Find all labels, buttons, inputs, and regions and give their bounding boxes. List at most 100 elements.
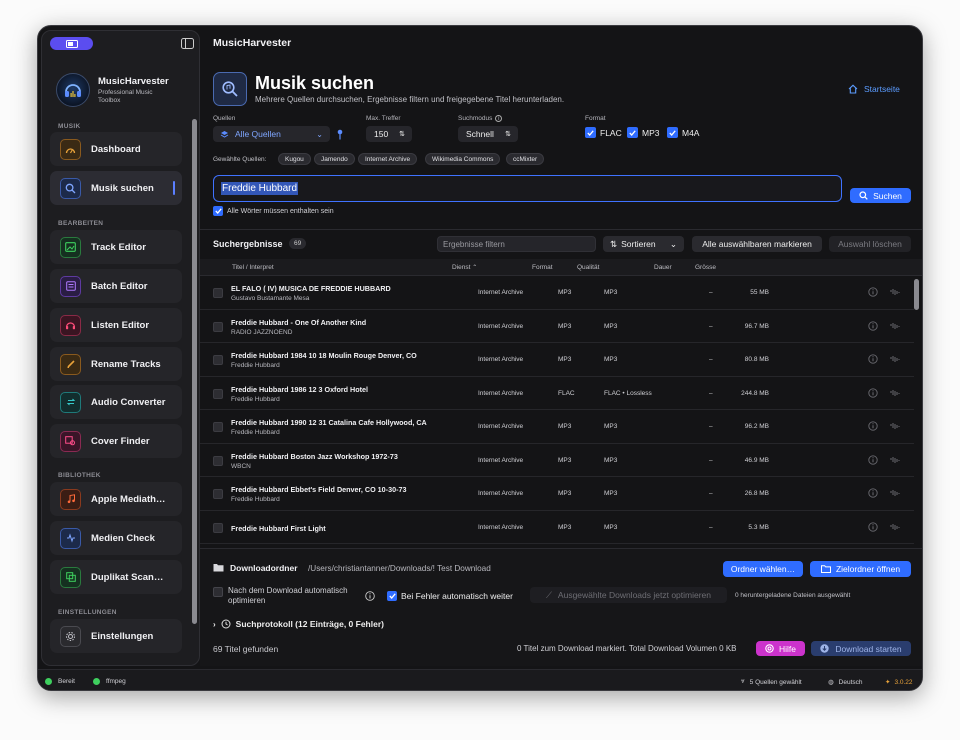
info-icon[interactable] (868, 387, 878, 398)
search-log-label: Suchprotokoll (12 Einträge, 0 Fehler) (235, 619, 384, 629)
format-flac-checkbox[interactable]: FLAC (585, 127, 622, 138)
sidebar-item-apple-mediathek[interactable]: Apple Mediath… (50, 482, 182, 516)
row-title: Freddie Hubbard 1984 10 18 Moulin Rouge … (231, 351, 417, 360)
help-button[interactable]: Hilfe (756, 641, 805, 656)
sidebar-item-cover-finder[interactable]: Cover Finder (50, 424, 182, 458)
search-log-toggle[interactable]: › Suchprotokoll (12 Einträge, 0 Fehler) (213, 619, 384, 629)
col-size[interactable]: Grösse (695, 264, 716, 271)
sidebar-item-listen-editor[interactable]: Listen Editor (50, 308, 182, 342)
continue-on-error-checkbox[interactable]: Bei Fehler automatisch weiter (387, 591, 513, 601)
row-duration: – (709, 523, 713, 531)
table-row[interactable]: Freddie Hubbard First Light Internet Arch… (200, 511, 914, 544)
row-checkbox[interactable] (213, 388, 223, 399)
info-icon[interactable] (868, 454, 878, 465)
info-icon[interactable] (868, 521, 878, 532)
row-size: 244.8 MB (741, 389, 769, 397)
col-quality[interactable]: Qualität (577, 264, 599, 271)
preview-waveform-icon[interactable] (890, 287, 901, 297)
preview-waveform-icon[interactable] (890, 388, 901, 398)
sidebar-item-medien-check[interactable]: Medien Check (50, 521, 182, 555)
search-mode-select[interactable]: Schnell ⇅ (458, 126, 518, 142)
format-mp3-checkbox[interactable]: MP3 (627, 127, 659, 138)
open-folder-button[interactable]: Zielordner öffnen (810, 561, 911, 577)
sidebar-scrollbar[interactable] (192, 119, 197, 624)
preview-waveform-icon[interactable] (890, 522, 901, 532)
preview-waveform-icon[interactable] (890, 321, 901, 331)
delete-selection-button[interactable]: Auswahl löschen (829, 236, 911, 252)
table-row[interactable]: Freddie Hubbard 1984 10 18 Moulin Rouge … (200, 343, 914, 377)
status-language[interactable]: ◍ Deutsch (828, 678, 863, 687)
source-chip[interactable]: Kugou (278, 153, 311, 165)
choose-folder-button[interactable]: Ordner wählen… (723, 561, 803, 577)
max-label: Max. Treffer (366, 115, 401, 122)
row-checkbox[interactable] (213, 422, 223, 432)
pin-icon[interactable] (336, 129, 344, 140)
table-row[interactable]: Freddie Hubbard 1990 12 31 Catalina Cafe… (200, 410, 914, 444)
col-service[interactable]: Dienst ⌃ (452, 264, 477, 271)
sidebar-item-dashboard[interactable]: Dashboard (50, 132, 182, 166)
preview-waveform-icon[interactable] (890, 455, 901, 465)
row-checkbox[interactable] (213, 489, 223, 499)
sort-button[interactable]: ⇅ Sortieren ⌄ (603, 236, 684, 252)
sidebar-toggle-icon[interactable] (181, 38, 194, 49)
info-icon[interactable] (868, 320, 878, 331)
table-row[interactable]: Freddie Hubbard Ebbet's Field Denver, CO… (200, 477, 914, 511)
info-icon[interactable]: i (495, 115, 503, 122)
table-row[interactable]: Freddie Hubbard Boston Jazz Workshop 197… (200, 444, 914, 477)
source-chip[interactable]: Internet Archive (358, 153, 418, 165)
info-icon[interactable] (868, 354, 878, 364)
preview-waveform-icon[interactable] (890, 354, 901, 364)
sidebar-item-audio-converter[interactable]: Audio Converter (50, 385, 182, 419)
format-m4a-checkbox[interactable]: M4A (667, 127, 699, 138)
info-icon[interactable] (868, 488, 878, 498)
all-words-checkbox[interactable]: Alle Wörter müssen enthalten sein (213, 206, 334, 216)
search-button[interactable]: Suchen (850, 188, 911, 203)
wand-icon: ⟋ (545, 589, 552, 600)
source-chip[interactable]: Wikimedia Commons (425, 153, 501, 165)
start-download-button[interactable]: Download starten (811, 641, 911, 656)
sidebar-mode-button[interactable] (50, 37, 93, 50)
info-icon[interactable] (868, 287, 878, 297)
sidebar-item-label: Apple Mediath… (91, 493, 166, 505)
sidebar-item-einstellungen[interactable]: Einstellungen (50, 619, 182, 653)
sources-select[interactable]: Alle Quellen ⌄ (213, 126, 330, 142)
preview-waveform-icon[interactable] (890, 421, 901, 431)
sidebar-item-label: Audio Converter (91, 396, 166, 408)
row-checkbox[interactable] (213, 455, 223, 466)
row-quality: MP3 (604, 423, 618, 430)
home-link[interactable]: Startseite (848, 84, 900, 94)
table-row[interactable]: Freddie Hubbard - One Of Another Kind RAD… (200, 310, 914, 343)
source-chip[interactable]: Jamendo (314, 153, 355, 165)
status-ready-label: Bereit (58, 678, 75, 685)
sidebar-item-track-editor[interactable]: Track Editor (50, 230, 182, 264)
table-row[interactable]: Freddie Hubbard 1986 12 3 Oxford Hotel Fr… (200, 377, 914, 410)
row-checkbox[interactable] (213, 522, 223, 533)
row-checkbox[interactable] (213, 355, 223, 365)
sidebar-item-duplikat-scan[interactable]: Duplikat Scan… (50, 560, 182, 594)
row-quality: MP3 (604, 456, 618, 464)
row-quality: MP3 (604, 322, 618, 330)
row-service: Internet Archive (478, 289, 524, 296)
optimize-now-button[interactable]: ⟋ Ausgewählte Downloads jetzt optimieren (530, 587, 727, 603)
table-row[interactable]: EL FALO ( IV) MUSICA DE FREDDIE HUBBARD G… (200, 276, 914, 310)
col-title[interactable]: Titel / Interpret (232, 264, 274, 271)
info-icon[interactable] (868, 421, 878, 431)
mark-all-button[interactable]: Alle auswählbaren markieren (692, 236, 822, 252)
row-service: Internet Archive (478, 490, 524, 497)
auto-optimize-checkbox[interactable]: Nach dem Download automatisch optimieren (213, 586, 368, 606)
row-checkbox[interactable] (213, 321, 223, 332)
sidebar-item-musik-suchen[interactable]: Musik suchen (50, 171, 182, 205)
results-filter-input[interactable]: Ergebnisse filtern (437, 236, 596, 252)
sidebar-item-batch-editor[interactable]: Batch Editor (50, 269, 182, 303)
preview-waveform-icon[interactable] (890, 488, 901, 498)
max-results-select[interactable]: 150 ⇅ (366, 126, 412, 142)
row-checkbox[interactable] (213, 288, 223, 298)
info-icon[interactable] (365, 591, 375, 601)
col-format[interactable]: Format (532, 264, 553, 271)
source-chip[interactable]: ccMixter (506, 153, 545, 165)
col-duration[interactable]: Dauer (654, 264, 672, 271)
table-scrollbar[interactable] (914, 279, 919, 310)
status-ok-icon (93, 678, 100, 685)
search-input[interactable]: Freddie Hubbard (213, 175, 842, 202)
sidebar-item-rename-tracks[interactable]: Rename Tracks (50, 347, 182, 381)
